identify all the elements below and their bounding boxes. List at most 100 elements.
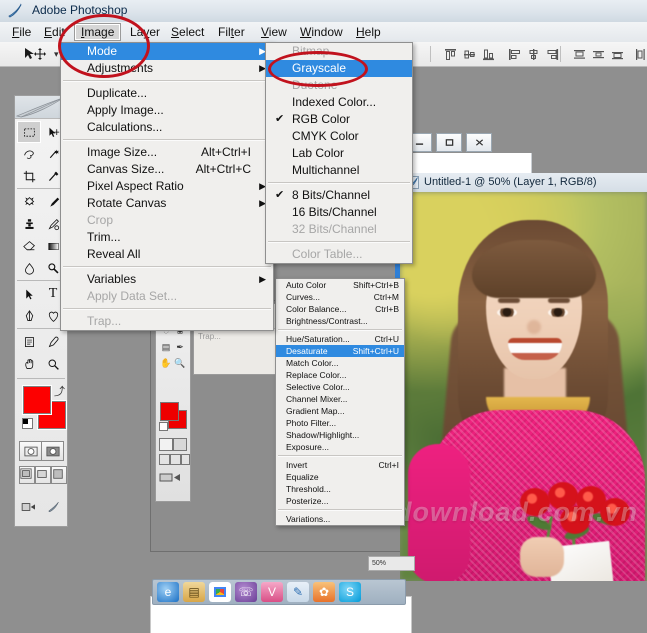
adjust-item-variations[interactable]: Variations...: [276, 513, 404, 525]
menu-file[interactable]: File: [6, 24, 37, 40]
adjust-item-curves[interactable]: Curves...Ctrl+M: [276, 291, 404, 303]
mode-item-rgb-color[interactable]: ✔RGB Color: [266, 111, 412, 128]
distribute-left-edges-icon[interactable]: [634, 48, 647, 61]
adjust-item-hue-saturation[interactable]: Hue/Saturation...Ctrl+U: [276, 333, 404, 345]
image-menu-item-calculations[interactable]: Calculations...: [61, 119, 273, 136]
adjust-item-gradient-map[interactable]: Gradient Map...: [276, 405, 404, 417]
mode-item-16-bits-channel[interactable]: 16 Bits/Channel: [266, 204, 412, 221]
notes-icon[interactable]: [17, 331, 41, 353]
adjust-item-invert[interactable]: InvertCtrl+I: [276, 459, 404, 471]
image-canvas[interactable]: download.com.vn: [400, 192, 647, 581]
image-menu-item-mode[interactable]: Mode▶: [61, 43, 273, 60]
image-menu-item-variables[interactable]: Variables▶: [61, 271, 273, 288]
adjust-item-selective-color[interactable]: Selective Color...: [276, 381, 404, 393]
skype-icon[interactable]: S: [339, 582, 361, 602]
adjust-item-photo-filter[interactable]: Photo Filter...: [276, 417, 404, 429]
adjustments-submenu-background[interactable]: Auto ColorShift+Ctrl+B Curves...Ctrl+M C…: [275, 278, 405, 526]
mode-submenu[interactable]: Bitmap Grayscale Duotone Indexed Color..…: [265, 42, 413, 264]
adjust-item-color-balance[interactable]: Color Balance...Ctrl+B: [276, 303, 404, 315]
adobe-photoshop-icon[interactable]: ✎: [287, 582, 309, 602]
image-menu-item-trim[interactable]: Trim...: [61, 229, 273, 246]
quick-mask-mode-icon[interactable]: [41, 441, 64, 461]
document-title-bar[interactable]: Untitled-1 @ 50% (Layer 1, RGB/8): [400, 173, 647, 193]
adjust-item-auto-color[interactable]: Auto ColorShift+Ctrl+B: [276, 279, 404, 291]
move-tool-icon[interactable]: [22, 47, 48, 61]
standard-mode-icon[interactable]: [19, 441, 42, 461]
jump-to-imageready-icon[interactable]: [159, 472, 185, 483]
jump-to-imageready-icon[interactable]: [17, 496, 41, 518]
rectangular-marquee-icon[interactable]: [17, 121, 41, 143]
image-menu-item-canvas-size[interactable]: Canvas Size...Alt+Ctrl+C: [61, 161, 273, 178]
align-vertical-centers-icon[interactable]: [463, 48, 476, 61]
image-menu-item-apply-image[interactable]: Apply Image...: [61, 102, 273, 119]
menu-bar[interactable]: File Edit Image Layer Select Filter View…: [0, 22, 647, 43]
quick-mask-mode-icon[interactable]: [173, 438, 187, 451]
eyedropper-icon[interactable]: [41, 331, 65, 353]
align-top-edges-icon[interactable]: [444, 48, 457, 61]
standard-mode-icon[interactable]: [159, 438, 173, 451]
chevron-down-icon[interactable]: ▾: [54, 49, 59, 60]
full-screen-icon[interactable]: [51, 466, 67, 484]
zoom-tool-icon[interactable]: [41, 353, 65, 375]
internet-explorer-icon[interactable]: e: [157, 582, 179, 602]
foreground-color-swatch[interactable]: [23, 386, 51, 414]
window-controls[interactable]: [406, 131, 526, 153]
eyedropper-icon[interactable]: ✒: [172, 340, 188, 354]
adjust-item-replace-color[interactable]: Replace Color...: [276, 369, 404, 381]
mode-item-indexed-color[interactable]: Indexed Color...: [266, 94, 412, 111]
image-menu-item-reveal-all[interactable]: Reveal All: [61, 246, 273, 263]
align-right-edges-icon[interactable]: [546, 48, 559, 61]
blur-icon[interactable]: [17, 257, 41, 279]
swap-colors-icon[interactable]: ⤴: [54, 383, 65, 399]
align-bottom-edges-icon[interactable]: [482, 48, 495, 61]
standard-screen-mode-icon[interactable]: [159, 454, 170, 465]
menu-image[interactable]: Image: [74, 23, 121, 41]
menu-layer[interactable]: Layer: [124, 24, 166, 40]
mode-item-8-bits-channel[interactable]: ✔8 Bits/Channel: [266, 187, 412, 204]
menu-view[interactable]: View: [255, 24, 293, 40]
adjust-item-channel-mixer[interactable]: Channel Mixer...: [276, 393, 404, 405]
clone-stamp-icon[interactable]: [17, 213, 41, 235]
image-menu-item-image-size[interactable]: Image Size...Alt+Ctrl+I: [61, 144, 273, 161]
menu-window[interactable]: Window: [294, 24, 349, 40]
google-chrome-icon[interactable]: [209, 582, 231, 602]
menu-edit[interactable]: Edit: [38, 24, 71, 40]
hand-tool-icon[interactable]: [17, 353, 41, 375]
crop-icon[interactable]: [17, 165, 41, 187]
default-colors-icon[interactable]: [22, 418, 33, 429]
mode-item-cmyk-color[interactable]: CMYK Color: [266, 128, 412, 145]
mode-item-multichannel[interactable]: Multichannel: [266, 162, 412, 179]
image-editor-icon[interactable]: ✿: [313, 582, 335, 602]
imageready-feather-icon[interactable]: [41, 496, 65, 518]
windows-taskbar[interactable]: e ▤ ☏ V ✎ ✿ S: [152, 579, 406, 605]
pen-tool-icon[interactable]: [17, 305, 41, 327]
distribute-top-edges-icon[interactable]: [573, 48, 586, 61]
viber-icon[interactable]: ☏: [235, 582, 257, 602]
adjust-item-desaturate[interactable]: DesaturateShift+Ctrl+U: [276, 345, 404, 357]
unikey-icon[interactable]: V: [261, 582, 283, 602]
adjust-item-equalize[interactable]: Equalize: [276, 471, 404, 483]
full-screen-menubar-icon[interactable]: [35, 466, 51, 484]
maximize-icon[interactable]: [436, 133, 462, 152]
menu-filter[interactable]: Filter: [212, 24, 251, 40]
windows-explorer-folder-icon[interactable]: ▤: [183, 582, 205, 602]
menu-help[interactable]: Help: [350, 24, 387, 40]
mode-item-lab-color[interactable]: Lab Color: [266, 145, 412, 162]
image-menu-item-rotate-canvas[interactable]: Rotate Canvas▶: [61, 195, 273, 212]
image-menu-item-duplicate[interactable]: Duplicate...: [61, 85, 273, 102]
full-screen-menubar-icon[interactable]: [170, 454, 181, 465]
adjust-item-shadow-highlight[interactable]: Shadow/Highlight...: [276, 429, 404, 441]
menu-select[interactable]: Select: [165, 24, 210, 40]
mode-item-grayscale[interactable]: Grayscale: [266, 60, 412, 77]
image-menu-item-adjustments[interactable]: Adjustments▶: [61, 60, 273, 77]
adjust-item-brightness-contrast[interactable]: Brightness/Contrast...: [276, 315, 404, 327]
quick-mask-toggle-group[interactable]: [19, 441, 63, 459]
adjust-item-posterize[interactable]: Posterize...: [276, 495, 404, 507]
standard-screen-mode-icon[interactable]: [19, 466, 35, 484]
zoom-tool-icon[interactable]: 🔍: [172, 356, 188, 370]
distribute-bottom-edges-icon[interactable]: [611, 48, 624, 61]
close-icon[interactable]: [466, 133, 492, 152]
distribute-vertical-centers-icon[interactable]: [592, 48, 605, 61]
color-swatches[interactable]: ⤴: [23, 386, 63, 426]
eraser-icon[interactable]: [17, 235, 41, 257]
